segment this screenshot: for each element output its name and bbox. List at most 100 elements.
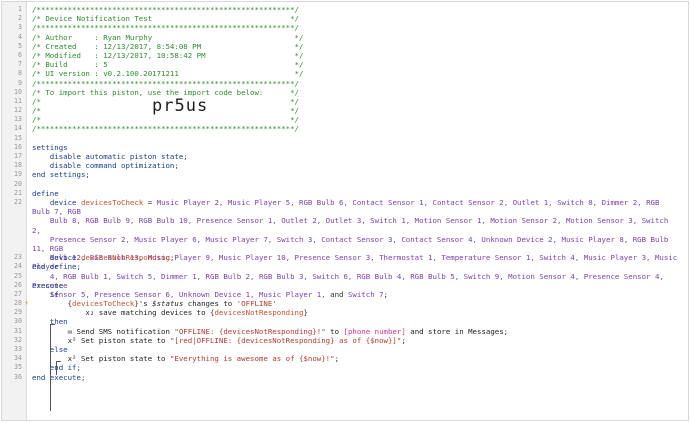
code-line[interactable]: 8 /* UI version : v0.2.100.20171211 */: [2, 69, 688, 78]
code-line[interactable]: 18 disable command optimization;: [2, 161, 688, 170]
line-number: 3: [18, 23, 22, 32]
line-code: end execute;: [32, 373, 680, 382]
code-line[interactable]: 15: [2, 134, 688, 143]
line-code: device devicesNotResponding;: [32, 253, 680, 262]
line-code: disable command optimization;: [32, 161, 680, 170]
line-code: ✉ Send SMS notification "OFFLINE: {devic…: [32, 327, 680, 336]
line-code: end settings;: [32, 170, 680, 179]
code-token: changes to: [183, 299, 237, 309]
code-token: /* UI version : v0.2.100.20171211 */: [32, 69, 304, 79]
line-number: 15: [14, 133, 22, 142]
code-line[interactable]: 20: [2, 180, 688, 189]
code-token: }: [303, 308, 308, 318]
code-line[interactable]: 11 /* */: [2, 97, 688, 106]
code-line[interactable]: 9 /**************************************…: [2, 79, 688, 88]
line-code: /* To import this piston, use the import…: [32, 88, 680, 97]
line-number: 30: [14, 317, 22, 326]
code-line[interactable]: 30 then: [2, 317, 688, 326]
line-code: {devicesToCheck}'s $status changes to 'O…: [32, 299, 680, 308]
line-number: 19: [14, 170, 22, 179]
code-token: end define;: [32, 262, 81, 272]
code-line[interactable]: 7 /* Build : 5 */: [2, 60, 688, 69]
line-number: 35: [14, 363, 22, 372]
line-number: 10: [14, 87, 22, 96]
code-line[interactable]: 10 /* To import this piston, use the impo…: [2, 88, 688, 97]
line-code: /* Device Notification Test */: [32, 14, 680, 23]
line-code: /* Created : 12/13/2017, 8:54:08 PM */: [32, 42, 680, 51]
code-token: ;: [334, 354, 340, 364]
line-code: /***************************************…: [32, 79, 680, 88]
code-token: $status: [152, 299, 184, 309]
code-lines: 1 /**************************************…: [2, 5, 688, 382]
code-token: /* Created : 12/13/2017, 8:54:08 PM */: [32, 41, 304, 51]
line-code: /***************************************…: [32, 23, 680, 32]
code-token: devicesNotResponding: [214, 308, 304, 318]
code-line[interactable]: 2 /* Device Notification Test */: [2, 14, 688, 23]
line-number: 1: [18, 5, 22, 13]
fold-marker-then[interactable]: [56, 361, 61, 375]
code-line[interactable]: 14 /*************************************…: [2, 124, 688, 133]
code-line[interactable]: 17 disable automatic piston state;: [2, 152, 688, 161]
code-line[interactable]: 34 x² Set piston state to "Everything is…: [2, 354, 688, 363]
code-token: "Everything is awesome as of {$now}!": [169, 354, 335, 364]
code-token: devicesNotResponding: [80, 253, 170, 263]
line-code: /* Modified : 12/13/2017, 10:58:42 PM */: [32, 51, 680, 60]
code-token: /* Author : Ryan Murphy */: [32, 32, 304, 42]
line-code: disable automatic piston state;: [32, 152, 680, 161]
code-line[interactable]: 12 /* */pr5us: [2, 98, 688, 116]
code-line[interactable]: 13 /* */: [2, 115, 688, 124]
code-line[interactable]: 24 end define;: [2, 262, 688, 271]
code-line[interactable]: 25: [2, 272, 688, 281]
line-code: settings: [32, 143, 680, 152]
line-number: 34: [14, 354, 22, 363]
code-token: to: [325, 326, 344, 336]
line-number: 2: [18, 14, 22, 23]
line-number: 16: [14, 142, 22, 151]
code-line[interactable]: 23 device devicesNotResponding;: [2, 253, 688, 262]
line-number: 32: [14, 335, 22, 344]
code-token: if: [32, 289, 59, 299]
code-token: /***************************************…: [32, 78, 299, 88]
code-line[interactable]: 6 /* Modified : 12/13/2017, 10:58:42 PM *…: [2, 51, 688, 60]
line-number: 26: [14, 280, 22, 289]
line-number: 27: [14, 289, 22, 298]
code-editor[interactable]: 1 /**************************************…: [1, 1, 689, 421]
fold-marker-if[interactable]: [50, 324, 55, 411]
code-token: /* */: [32, 115, 299, 125]
code-line[interactable]: 26 execute: [2, 281, 688, 290]
code-line[interactable]: 31 ✉ Send SMS notification "OFFLINE: {de…: [2, 327, 688, 336]
code-token: /* Device Notification Test */: [32, 14, 299, 24]
code-token: /* Build : 5 */: [32, 60, 304, 70]
code-line[interactable]: 16 settings: [2, 143, 688, 152]
code-token: "OFFLINE: {devicesNotResponding}!": [174, 326, 326, 336]
code-token: devicesToCheck: [72, 299, 135, 309]
code-token: 'OFFLINE': [236, 299, 277, 309]
code-line[interactable]: 21 define: [2, 189, 688, 198]
line-code: /* */: [32, 106, 680, 115]
code-line[interactable]: 5 /* Created : 12/13/2017, 8:54:08 PM */: [2, 42, 688, 51]
line-number: 28: [14, 299, 22, 308]
code-line[interactable]: 22 device devicesToCheck = Music Player …: [2, 197, 688, 299]
line-code: end define;: [32, 262, 680, 271]
code-line[interactable]: 27 if: [2, 290, 688, 299]
code-token: /***************************************…: [32, 124, 299, 134]
line-number: 6: [18, 50, 22, 59]
code-token: x: [32, 308, 90, 318]
code-line[interactable]: 33 else: [2, 345, 688, 354]
line-number: 25: [14, 271, 22, 280]
code-token: devicesToCheck: [80, 197, 144, 207]
code-line[interactable]: 36 end execute;: [2, 373, 688, 382]
code-line[interactable]: 19 end settings;: [2, 170, 688, 179]
line-number: 11: [14, 96, 22, 105]
code-line[interactable]: 4 /* Author : Ryan Murphy */: [2, 33, 688, 42]
code-line[interactable]: 1 /**************************************…: [2, 5, 688, 14]
code-line[interactable]: 3 /**************************************…: [2, 23, 688, 32]
code-line[interactable]: 29 x₂ save matching devices to {devicesN…: [2, 308, 688, 317]
code-line[interactable]: 28 ⚡ {devicesToCheck}'s $status changes t…: [2, 299, 688, 308]
line-number: 18: [14, 161, 22, 170]
line-code: x² Set piston state to "[red|OFFLINE: {d…: [32, 336, 680, 345]
line-code: else: [32, 345, 680, 354]
line-number: 24: [14, 262, 22, 271]
code-line[interactable]: 35 end if;: [2, 363, 688, 372]
code-line[interactable]: 32 x² Set piston state to "[red|OFFLINE:…: [2, 336, 688, 345]
